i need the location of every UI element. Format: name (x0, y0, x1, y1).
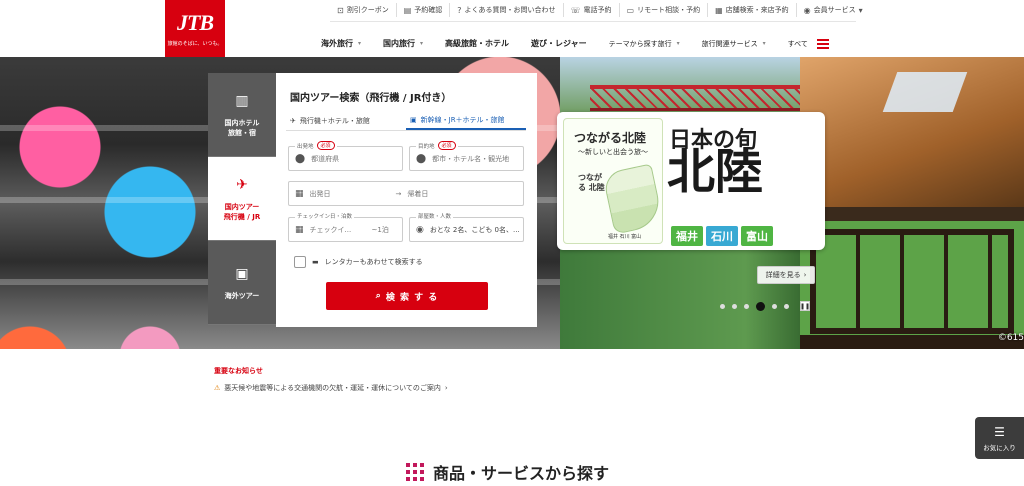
hero-bridge-photo (590, 85, 800, 111)
main-nav: 海外旅行 ▾ 国内旅行 ▾ 高級旅館・ホテル 遊び・レジャー テーマから探す旅行 ▾ … (310, 38, 840, 49)
pin-icon: ⬤ (295, 153, 306, 164)
building-icon: ▥ (235, 92, 249, 109)
logo-tagline: 旅館のそばに、いつも。 (167, 41, 223, 47)
utility-bar: ⊡ 割引クーポン ▤ 予約確認 ? よくある質問・お問い合わせ ☏ 電話予約 ▭ リモート… (330, 3, 870, 17)
favorites-button[interactable]: ☰ お気に入り (975, 417, 1024, 459)
search-title: 国内ツアー検索（飛行機 / JR付き） (290, 93, 452, 104)
promo-map-tile: つながる北陸 〜新しいと出会う旅〜 つながる 北陸 福井 石川 富山 (563, 118, 664, 245)
nav-services[interactable]: 旅行関連サービス ▾ (691, 38, 777, 49)
store-icon: ▦ (715, 5, 723, 15)
user-icon: ◉ (803, 5, 811, 15)
search-category-tabs: ▥ 国内ホテル 旅館・宿 ✈ 国内ツアー 飛行機 / JR ▣ 海外ツアー (208, 73, 276, 325)
carousel-dot[interactable] (744, 303, 749, 309)
promo-map-title: つながる 北陸 (578, 173, 605, 192)
booking-icon: ▤ (403, 5, 412, 15)
tab-rail-hotel[interactable]: ▣ 新幹線・JR＋ホテル・旅館 (406, 111, 526, 130)
pause-icon[interactable]: ❚❚ (800, 301, 810, 311)
promo-tile-subtitle: 〜新しいと出会う旅〜 (578, 148, 648, 156)
transport-tabs: ✈ 飛行機＋ホテル・旅館 ▣ 新幹線・JR＋ホテル・旅館 (286, 111, 526, 131)
car-icon: ▬ (312, 258, 319, 266)
hero-garden-photo (800, 207, 1024, 349)
rental-car-checkbox[interactable]: ▬ レンタカーもあわせて検索する (294, 256, 423, 268)
carousel-dot[interactable] (720, 303, 725, 309)
jtb-logo[interactable]: JTB 旅館のそばに、いつも。 (165, 0, 225, 57)
notice-title: 重要なお知らせ (214, 367, 263, 375)
chevron-down-icon: ▾ (676, 40, 680, 47)
hokuriku-promo[interactable]: つながる北陸 〜新しいと出会う旅〜 つながる 北陸 福井 石川 富山 日本の旬 … (557, 112, 825, 250)
tab-overseas-tour[interactable]: ▣ 海外ツアー (208, 241, 276, 325)
promo-tile-title: つながる北陸 (574, 131, 647, 145)
person-icon: ◉ (416, 224, 424, 235)
hero-hall-photo (800, 57, 1024, 207)
utility-faq[interactable]: ? よくある質問・お問い合わせ (449, 3, 562, 17)
section-heading: 商品・サービスから探す (406, 460, 609, 484)
hamburger-icon (816, 38, 829, 49)
carousel-dots: ❚❚ (720, 301, 810, 311)
coupon-icon: ⊡ (337, 5, 344, 15)
promo-prefectures: 福井 石川 富山 (671, 226, 773, 246)
utility-coupon[interactable]: ⊡ 割引クーポン (330, 3, 396, 17)
origin-field[interactable]: 出発地 必須 ⬤ 都道府県 (288, 141, 403, 171)
grid-icon (406, 463, 424, 481)
nav-luxury[interactable]: 高級旅館・ホテル (434, 38, 520, 49)
nav-all[interactable]: すべて (777, 38, 840, 49)
checkbox[interactable] (294, 256, 306, 268)
checkin-field[interactable]: チェックイン日・泊数 ▦ チェックイ... ~1泊 (288, 212, 403, 242)
utility-booking[interactable]: ▤ 予約確認 (395, 3, 450, 17)
chevron-down-icon: ▾ (420, 40, 424, 47)
nav-leisure[interactable]: 遊び・レジャー (520, 38, 598, 49)
pref-fukui: 福井 (671, 226, 703, 246)
favorite-list-icon: ☰ (994, 424, 1005, 439)
plane-train-icon: ✈ (236, 176, 248, 193)
promo-region: 北陸 (667, 144, 764, 200)
tab-air-hotel[interactable]: ✈ 飛行機＋ホテル・旅館 (286, 111, 406, 130)
chevron-right-icon: › (803, 271, 807, 279)
chevron-down-icon: ▾ (762, 40, 766, 47)
promo-map-caption: 福井 石川 富山 (608, 234, 642, 240)
calendar-icon: ▦ (295, 188, 304, 199)
search-button[interactable]: ⌕ 検 索 す る (326, 282, 488, 310)
nav-theme[interactable]: テーマから探す旅行 ▾ (598, 38, 691, 49)
carousel-dot[interactable] (784, 303, 789, 309)
train-icon: ▣ (410, 115, 417, 124)
destination-field[interactable]: 目的地 必須 ⬤ 都市・ホテル名・観光地 (409, 141, 524, 171)
hokuriku-map-shape (602, 163, 664, 235)
date-range-field[interactable]: ▦ 出発日 → 帰着日 (288, 181, 524, 206)
utility-store[interactable]: ▦ 店舗検索・来店予約 (707, 3, 796, 17)
nav-overseas[interactable]: 海外旅行 ▾ (310, 38, 372, 49)
suitcase-icon: ▣ (235, 265, 249, 282)
carousel-dot-active[interactable] (756, 301, 765, 311)
detail-button[interactable]: 詳細を見る › (757, 266, 815, 284)
calendar-icon: ▦ (295, 224, 304, 235)
utility-member[interactable]: ◉ 会員サービス ▾ (795, 3, 870, 17)
utility-divider (330, 21, 856, 22)
chevron-down-icon: ▾ (358, 40, 362, 47)
utility-remote[interactable]: ▭ リモート相談・予約 (618, 3, 708, 17)
chevron-right-icon: › (444, 384, 448, 392)
carousel-dot[interactable] (732, 303, 737, 309)
logo-mark: JTB (176, 10, 214, 35)
photo-credit: ©615 (997, 333, 1024, 343)
promo-map: つながる 北陸 福井 石川 富山 (578, 163, 664, 245)
arrow-right-icon: → (395, 189, 402, 198)
tab-domestic-hotel[interactable]: ▥ 国内ホテル 旅館・宿 (208, 73, 276, 157)
tab-domestic-tour[interactable]: ✈ 国内ツアー 飛行機 / JR (208, 157, 276, 241)
chevron-down-icon: ▾ (858, 5, 863, 15)
notice-link[interactable]: ⚠ 悪天候や地震等による交通機関の欠航・運延・運休についてのご案内 › (214, 383, 448, 393)
monitor-icon: ▭ (626, 5, 635, 15)
warning-icon: ⚠ (214, 384, 221, 392)
rooms-guests-field[interactable]: 部屋数・人数 ◉ おとな 2名、こども 0名、... (409, 212, 524, 242)
pref-ishikawa: 石川 (706, 226, 738, 246)
pin-icon: ⬤ (416, 153, 427, 164)
utility-phone[interactable]: ☏ 電話予約 (562, 3, 619, 17)
search-panel: 国内ツアー検索（飛行機 / JR付き） ✈ 飛行機＋ホテル・旅館 ▣ 新幹線・JR＋… (276, 73, 537, 327)
carousel-dot[interactable] (772, 303, 777, 309)
phone-icon: ☏ (570, 5, 581, 15)
nav-domestic[interactable]: 国内旅行 ▾ (372, 38, 434, 49)
question-icon: ? (457, 5, 462, 15)
search-icon: ⌕ (375, 291, 382, 301)
pref-toyama: 富山 (741, 226, 773, 246)
plane-icon: ✈ (290, 116, 296, 125)
